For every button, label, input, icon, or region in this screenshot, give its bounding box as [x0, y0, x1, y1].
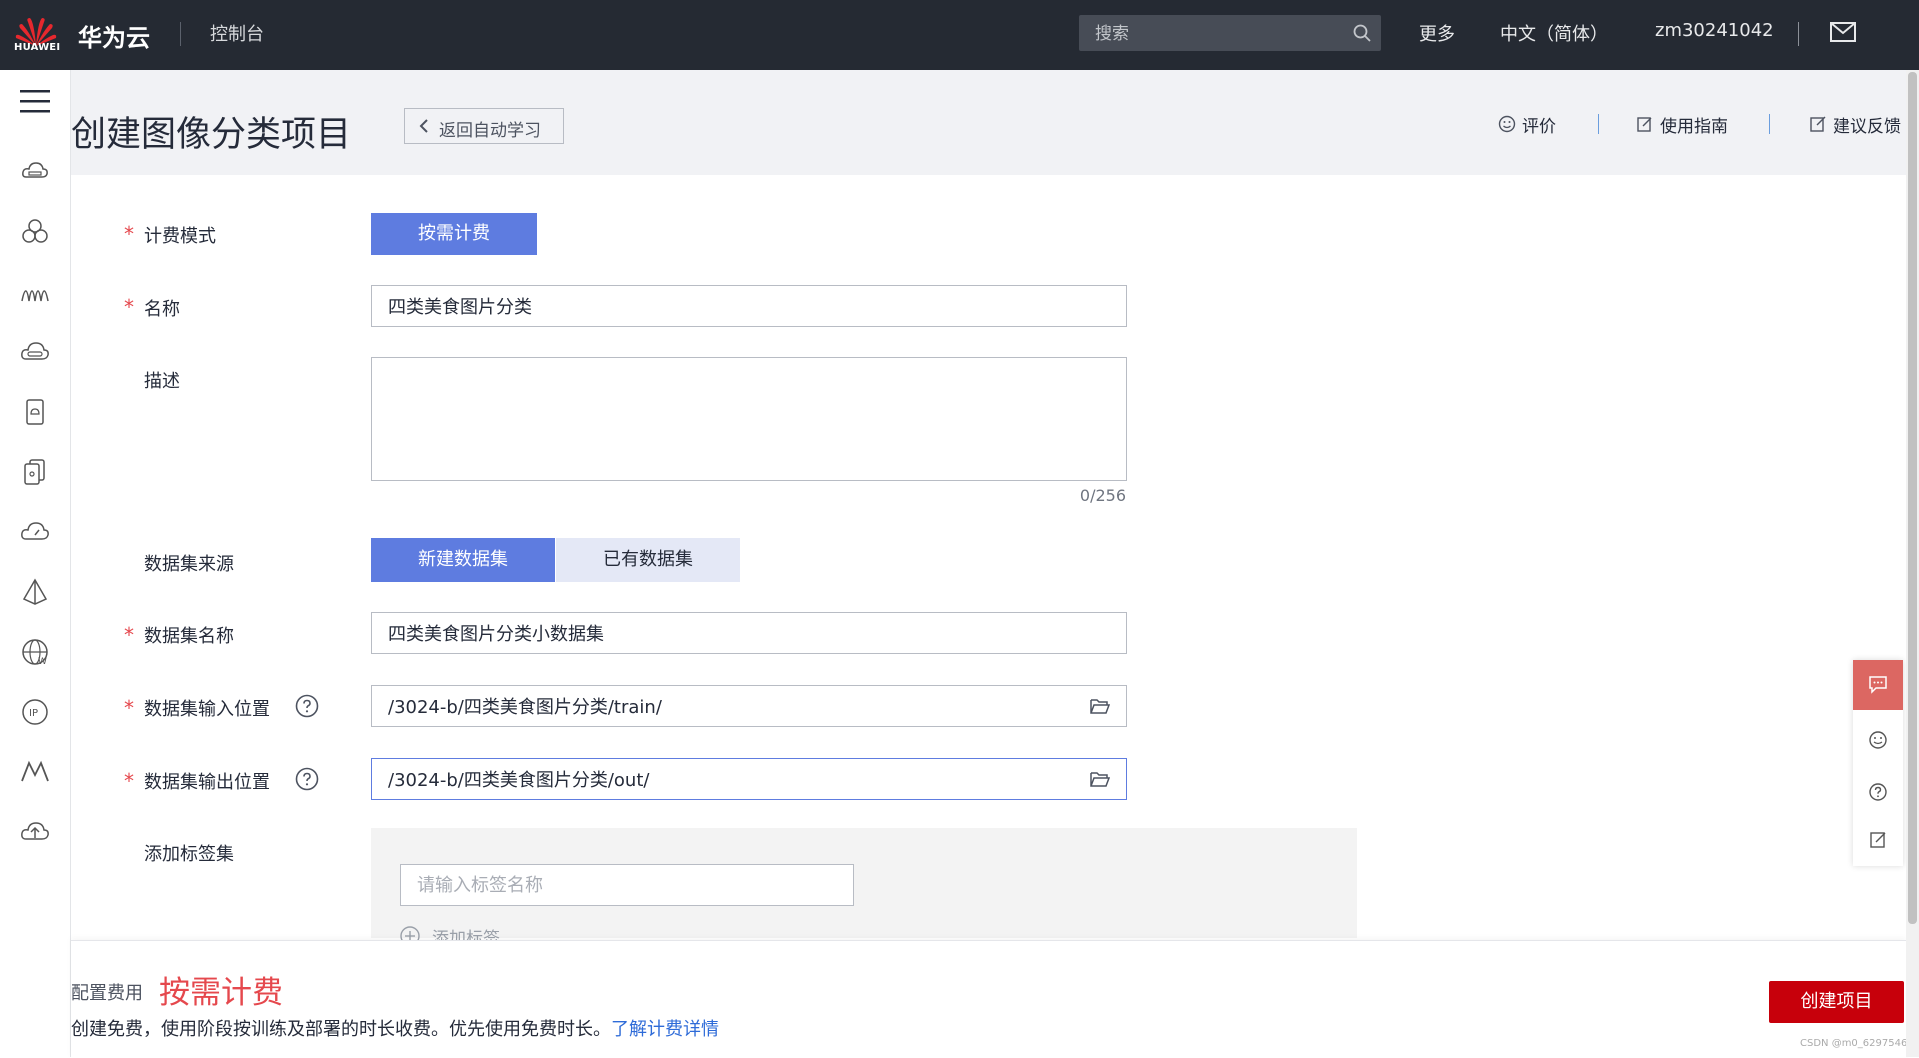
- dataset-name-field[interactable]: [371, 612, 1127, 654]
- chat-button[interactable]: [1853, 660, 1903, 710]
- input-location-label: 数据集输入位置: [144, 699, 270, 720]
- dataset-source-label: 数据集来源: [144, 554, 234, 575]
- chat-icon: [1869, 676, 1887, 694]
- watermark: CSDN @m0_62975468: [1800, 1038, 1914, 1049]
- name-field[interactable]: [371, 285, 1127, 327]
- cloud-dashboard-icon[interactable]: [20, 517, 50, 547]
- more-menu[interactable]: 更多: [1419, 20, 1455, 46]
- logo-text: HUAWEI: [14, 42, 61, 53]
- cloud-drive-icon[interactable]: [20, 337, 50, 367]
- help-icon[interactable]: [295, 767, 319, 791]
- dataset-name-label: 数据集名称: [144, 626, 234, 647]
- name-input[interactable]: [388, 286, 1068, 326]
- phone-icon[interactable]: [20, 397, 50, 427]
- input-location-input[interactable]: [388, 686, 1068, 726]
- search-icon[interactable]: [1353, 24, 1371, 42]
- smile-feedback-icon[interactable]: [1868, 730, 1888, 750]
- cloud-upload-icon[interactable]: [20, 817, 50, 847]
- back-to-auto-learning-button[interactable]: 返回自动学习: [404, 108, 564, 144]
- page-header: 创建图像分类项目 返回自动学习 评价 使用指南 建议反馈: [71, 70, 1906, 175]
- smile-icon: [1498, 115, 1516, 133]
- rate-label: 评价: [1522, 117, 1556, 137]
- ip-icon[interactable]: IP: [20, 697, 50, 727]
- language-selector[interactable]: 中文（简体）: [1500, 20, 1608, 46]
- svg-text:IP: IP: [29, 708, 38, 719]
- output-location-field[interactable]: [371, 758, 1127, 800]
- page-title: 创建图像分类项目: [71, 115, 352, 155]
- label-name-field[interactable]: [400, 864, 854, 906]
- cluster-icon[interactable]: [20, 217, 50, 247]
- config-fee-label: 配置费用: [71, 983, 143, 1004]
- create-project-button[interactable]: 创建项目: [1769, 981, 1904, 1023]
- search-input[interactable]: [1093, 15, 1347, 53]
- output-location-label: 数据集输出位置: [144, 772, 270, 793]
- top-navbar: HUAWEI 华为云 控制台 更多 中文（简体） zm30241042: [0, 0, 1919, 70]
- description-counter: 0/256: [1079, 486, 1126, 505]
- new-dataset-tab[interactable]: 新建数据集: [371, 538, 555, 582]
- waveform-icon[interactable]: [20, 277, 50, 307]
- config-fee-value: 按需计费: [159, 975, 283, 1011]
- fee-description-text: 创建免费，使用阶段按训练及部署的时长收费。优先使用免费时长。: [71, 1019, 611, 1040]
- required-marker: *: [124, 623, 134, 647]
- scrollbar-thumb[interactable]: [1908, 72, 1917, 924]
- mail-icon[interactable]: [1830, 22, 1856, 42]
- floating-tool-panel: [1853, 660, 1903, 866]
- back-button-label: 返回自动学习: [439, 121, 541, 141]
- help-icon[interactable]: [295, 694, 319, 718]
- footer-bar: 配置费用 按需计费 创建免费，使用阶段按训练及部署的时长收费。优先使用免费时长。…: [71, 940, 1906, 1058]
- help-circle-icon[interactable]: [1868, 782, 1888, 802]
- globe-w-icon[interactable]: W: [20, 637, 50, 667]
- output-location-input[interactable]: [388, 759, 1068, 799]
- dataset-name-input[interactable]: [388, 613, 1068, 653]
- pyramid-icon[interactable]: [20, 577, 50, 607]
- label-name-input[interactable]: [417, 865, 837, 905]
- search-box[interactable]: [1079, 15, 1381, 53]
- edit-doc-icon: [1637, 117, 1652, 132]
- divider: [1769, 114, 1770, 134]
- label-set-panel: 添加标签: [371, 828, 1357, 949]
- existing-dataset-tab[interactable]: 已有数据集: [556, 538, 740, 582]
- required-marker: *: [124, 222, 134, 246]
- user-account[interactable]: zm30241042: [1655, 20, 1774, 41]
- left-sidebar: W IP: [0, 70, 71, 1057]
- folder-open-icon[interactable]: [1090, 697, 1110, 715]
- required-marker: *: [124, 769, 134, 793]
- required-marker: *: [124, 696, 134, 720]
- required-marker: *: [124, 295, 134, 319]
- divider: [1798, 22, 1799, 46]
- description-field[interactable]: [371, 357, 1127, 481]
- chevron-left-icon: [419, 119, 428, 133]
- billing-mode-label: 计费模式: [144, 226, 216, 247]
- guide-label: 使用指南: [1660, 117, 1728, 137]
- description-label: 描述: [144, 371, 180, 392]
- cloud-server-icon[interactable]: [20, 157, 50, 187]
- billing-details-link[interactable]: 了解计费详情: [611, 1019, 719, 1040]
- folder-open-icon[interactable]: [1090, 770, 1110, 788]
- edit-note-icon[interactable]: [1868, 830, 1888, 850]
- divider: [180, 22, 181, 46]
- feedback-icon: [1810, 116, 1826, 132]
- mountain-icon[interactable]: [20, 757, 50, 787]
- divider: [1598, 114, 1599, 134]
- brand-name[interactable]: 华为云: [78, 18, 150, 53]
- label-set-label: 添加标签集: [144, 844, 234, 865]
- name-label: 名称: [144, 299, 180, 320]
- billing-on-demand-button[interactable]: 按需计费: [371, 213, 537, 255]
- input-location-field[interactable]: [371, 685, 1127, 727]
- feedback-label: 建议反馈: [1833, 117, 1901, 137]
- menu-icon[interactable]: [20, 88, 50, 114]
- svg-text:W: W: [38, 657, 47, 667]
- console-link[interactable]: 控制台: [210, 20, 264, 46]
- description-textarea[interactable]: [388, 368, 1068, 468]
- config-fee-description: 创建免费，使用阶段按训练及部署的时长收费。优先使用免费时长。了解计费详情: [71, 1015, 719, 1041]
- copy-device-icon[interactable]: [20, 457, 50, 487]
